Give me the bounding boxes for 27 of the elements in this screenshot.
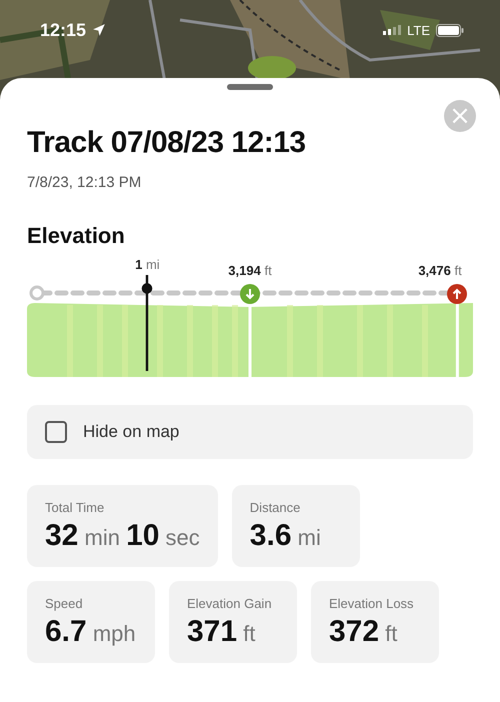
checkbox-label: Hide on map xyxy=(83,422,180,442)
stat-label: Total Time xyxy=(45,500,106,515)
checkbox[interactable] xyxy=(45,421,67,443)
close-button[interactable]: × xyxy=(444,100,476,132)
signal-icon xyxy=(383,25,402,35)
start-dot-icon xyxy=(29,285,45,301)
stat-value: 6.7 mph xyxy=(45,615,137,649)
stat-label: Speed xyxy=(45,596,84,611)
position-cursor-icon[interactable] xyxy=(141,275,154,371)
drag-handle[interactable] xyxy=(227,84,273,90)
location-arrow-icon xyxy=(92,23,106,37)
stat-value: 3.6 mi xyxy=(250,519,322,553)
stat-value: 371 ft xyxy=(187,615,256,649)
stat-label: Distance xyxy=(250,500,302,515)
marker-label: 3,476 ft xyxy=(418,263,462,279)
stat-value: 372 ft xyxy=(329,615,398,649)
stat-label: Elevation Loss xyxy=(329,596,415,611)
battery-icon xyxy=(436,24,464,36)
network-type: LTE xyxy=(407,22,430,38)
track-date: 7/8/23, 12:13 PM xyxy=(27,174,142,191)
status-time: 12:15 xyxy=(40,20,86,40)
section-heading: Elevation xyxy=(27,223,126,249)
stat-value: 32 min 10 sec xyxy=(45,519,200,553)
marker-label: 3,194 ft xyxy=(228,263,272,279)
stat-label: Elevation Gain xyxy=(187,596,273,611)
marker-label: 1 mi xyxy=(135,257,160,273)
track-title: Track 07/08/23 12:13 xyxy=(27,126,307,160)
